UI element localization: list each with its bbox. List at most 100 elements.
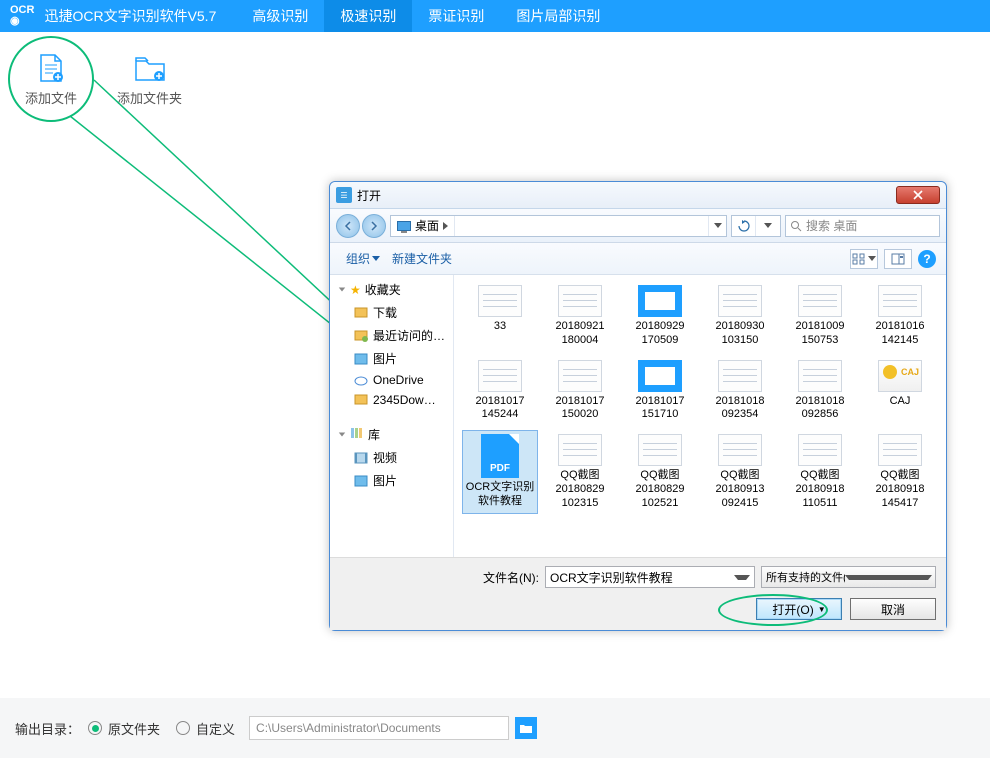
menu-ticket[interactable]: 票证识别 — [412, 0, 500, 32]
image-thumb-icon — [798, 285, 842, 317]
sidebar-videos[interactable]: 视频 — [330, 446, 453, 469]
search-icon — [790, 220, 802, 232]
radio-dot-off-icon — [176, 721, 190, 735]
image-thumb-icon — [558, 360, 602, 392]
caj-icon: CAJ — [878, 360, 922, 392]
file-item[interactable]: QQ截图20180918110511 — [782, 430, 858, 514]
file-label: 20180929170509 — [636, 320, 685, 348]
sidebar-libraries[interactable]: 库 — [330, 420, 453, 446]
file-item[interactable]: 20181017145244 — [462, 356, 538, 427]
view-mode-button[interactable] — [850, 249, 878, 269]
filetype-select[interactable]: 所有支持的文件(*.pdf;*.png;*.j — [761, 566, 936, 588]
file-item[interactable]: QQ截图20180913092415 — [702, 430, 778, 514]
filename-value: OCR文字识别软件教程 — [550, 569, 734, 586]
image-thumb-icon — [718, 360, 762, 392]
pane-icon — [891, 253, 905, 265]
file-item[interactable]: QQ截图20180829102315 — [542, 430, 618, 514]
add-folder-label: 添加文件夹 — [117, 88, 182, 107]
open-button[interactable]: 打开(O)▼ — [756, 598, 842, 620]
file-label: 20180930103150 — [716, 320, 765, 348]
file-label: QQ截图20180918145417 — [876, 469, 925, 510]
file-label: 20181017150020 — [556, 395, 605, 423]
sidebar-pictures[interactable]: 图片 — [330, 347, 453, 370]
location-bar[interactable]: 桌面 — [390, 215, 727, 237]
add-file-button[interactable]: 添加文件 — [25, 53, 77, 107]
pdf-icon: PDF — [481, 434, 519, 478]
file-item[interactable]: 20181017151710 — [622, 356, 698, 427]
app-title: 迅捷OCR文字识别软件V5.7 — [44, 6, 236, 26]
image-thumb-icon — [798, 360, 842, 392]
file-item[interactable]: CAJ CAJ — [862, 356, 938, 427]
sidebar-onedrive[interactable]: OneDrive — [330, 370, 453, 390]
pictures-icon — [354, 475, 368, 487]
sidebar-recent[interactable]: 最近访问的… — [330, 324, 453, 347]
folder-open-icon — [519, 722, 533, 734]
sidebar-2345[interactable]: 2345Dow… — [330, 390, 453, 410]
refresh-button[interactable] — [732, 216, 756, 236]
dialog-close-button[interactable] — [896, 186, 940, 204]
file-item[interactable]: 20180929170509 — [622, 281, 698, 352]
image-thumb-icon — [718, 285, 762, 317]
menu-advanced[interactable]: 高级识别 — [236, 0, 324, 32]
image-thumb-icon — [798, 434, 842, 466]
image-thumb-icon — [478, 285, 522, 317]
output-path-input[interactable] — [249, 716, 509, 740]
filename-input[interactable]: OCR文字识别软件教程 — [545, 566, 755, 588]
preview-pane-button[interactable] — [884, 249, 912, 269]
pictures-icon — [354, 353, 368, 365]
add-folder-button[interactable]: 添加文件夹 — [117, 53, 182, 107]
file-item[interactable]: PDF OCR文字识别软件教程 — [462, 430, 538, 514]
file-label: CAJ — [890, 395, 911, 409]
location-dropdown[interactable] — [708, 216, 726, 236]
file-item[interactable]: QQ截图20180829102521 — [622, 430, 698, 514]
add-folder-icon — [132, 53, 168, 83]
cancel-button[interactable]: 取消 — [850, 598, 936, 620]
video-icon — [354, 452, 368, 464]
file-item[interactable]: 20181016142145 — [862, 281, 938, 352]
file-item[interactable]: QQ截图20180918145417 — [862, 430, 938, 514]
filename-dropdown[interactable] — [734, 575, 750, 580]
file-label: QQ截图20180913092415 — [716, 469, 765, 510]
file-label: QQ截图20180829102521 — [636, 469, 685, 510]
image-thumb-icon — [558, 285, 602, 317]
nav-forward-button[interactable] — [362, 214, 386, 238]
new-folder-button[interactable]: 新建文件夹 — [386, 247, 458, 270]
file-label: 20180921180004 — [556, 320, 605, 348]
search-placeholder: 搜索 桌面 — [806, 217, 857, 234]
bottom-bar: 输出目录： 原文件夹 自定义 — [0, 698, 990, 758]
sidebar-pics2[interactable]: 图片 — [330, 469, 453, 492]
file-label: QQ截图20180829102315 — [556, 469, 605, 510]
open-file-dialog: ☰ 打开 桌面 搜索 桌面 组织 新建文件夹 ? — [329, 181, 947, 631]
file-label: OCR文字识别软件教程 — [465, 481, 535, 509]
app-logo: OCR◉ — [0, 5, 44, 27]
organize-button[interactable]: 组织 — [340, 247, 386, 270]
file-item[interactable]: 20181018092354 — [702, 356, 778, 427]
image-thumb-icon — [878, 434, 922, 466]
desktop-icon — [397, 221, 411, 231]
sidebar-favorites[interactable]: ★收藏夹 — [330, 275, 453, 301]
help-button[interactable]: ? — [918, 250, 936, 268]
sidebar-downloads[interactable]: 下载 — [330, 301, 453, 324]
dialog-nav-row: 桌面 搜索 桌面 — [330, 209, 946, 243]
location-text: 桌面 — [415, 217, 439, 234]
file-item[interactable]: 20181009150753 — [782, 281, 858, 352]
dialog-titlebar: ☰ 打开 — [330, 182, 946, 209]
chevron-right-icon — [443, 222, 448, 230]
image-thumb-icon — [638, 434, 682, 466]
refresh-dropdown[interactable] — [756, 216, 780, 236]
search-input[interactable]: 搜索 桌面 — [785, 215, 940, 237]
file-grid: 33 20180921180004 20180929170509 2018093010… — [454, 275, 946, 557]
file-item[interactable]: 20180921180004 — [542, 281, 618, 352]
nav-back-button[interactable] — [336, 214, 360, 238]
file-item[interactable]: 20181018092856 — [782, 356, 858, 427]
file-item[interactable]: 20181017150020 — [542, 356, 618, 427]
menu-partial[interactable]: 图片局部识别 — [500, 0, 616, 32]
browse-folder-button[interactable] — [515, 717, 537, 739]
radio-custom-folder[interactable]: 自定义 — [176, 719, 235, 738]
top-menu-bar: OCR◉ 迅捷OCR文字识别软件V5.7 高级识别 极速识别 票证识别 图片局部… — [0, 0, 990, 32]
file-item[interactable]: 20180930103150 — [702, 281, 778, 352]
radio-original-folder[interactable]: 原文件夹 — [88, 719, 160, 738]
file-item[interactable]: 33 — [462, 281, 538, 352]
menu-fast[interactable]: 极速识别 — [324, 0, 412, 32]
dialog-app-icon: ☰ — [336, 187, 352, 203]
